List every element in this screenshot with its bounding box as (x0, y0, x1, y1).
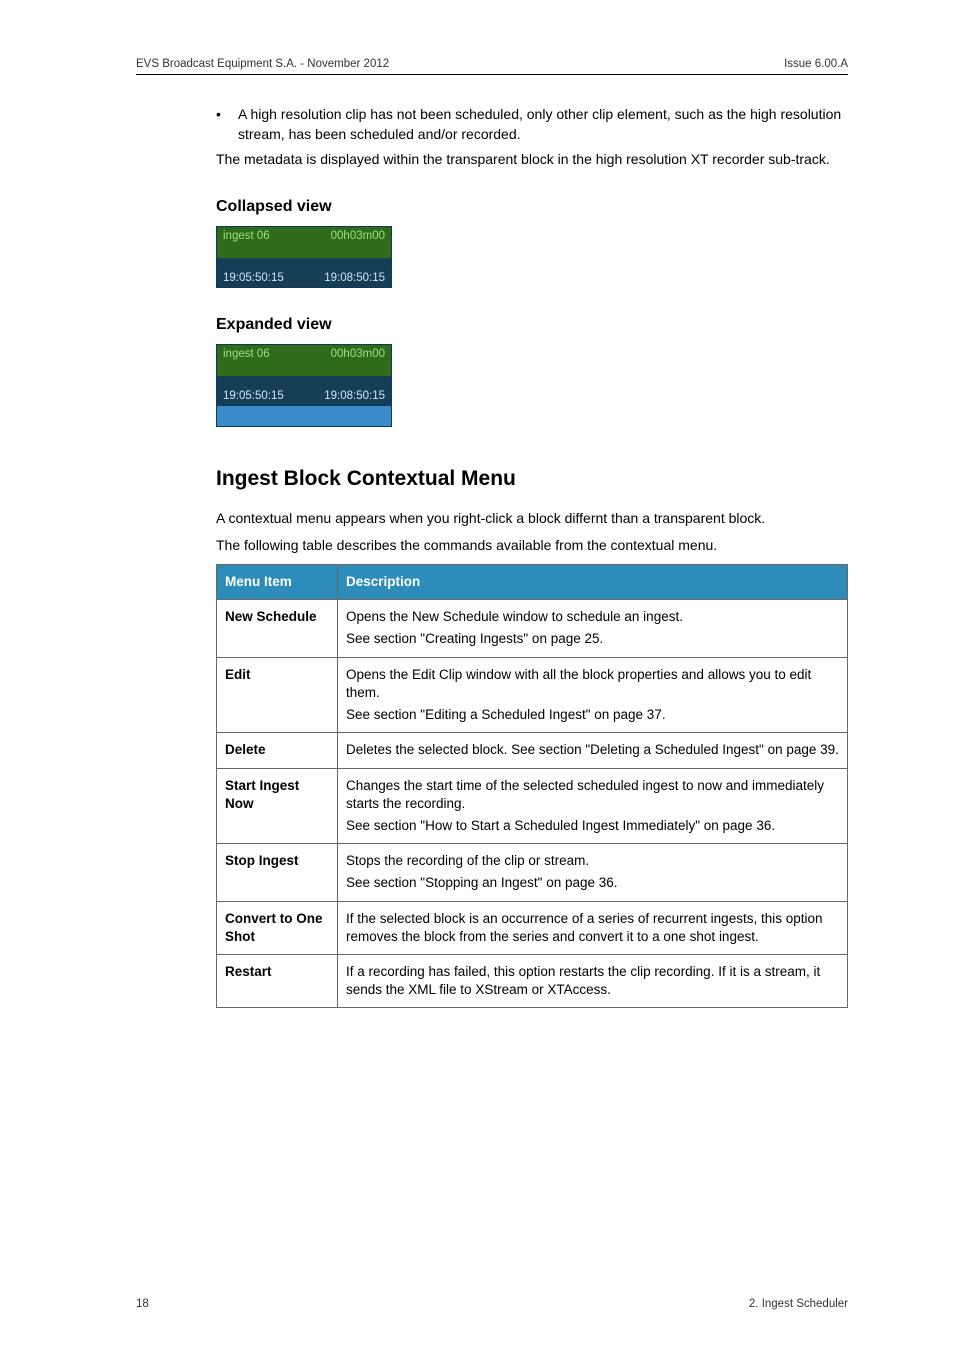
clip-top-row: ingest 06 00h03m00 (217, 227, 391, 258)
table-row: Convert to One ShotIf the selected block… (217, 901, 848, 954)
table-row: Start Ingest NowChanges the start time o… (217, 768, 848, 844)
menu-item-cell: Delete (217, 733, 338, 768)
menu-item-cell: Start Ingest Now (217, 768, 338, 844)
table-row: RestartIf a recording has failed, this o… (217, 955, 848, 1008)
table-row: EditOpens the Edit Clip window with all … (217, 657, 848, 733)
clip-duration: 00h03m00 (331, 348, 385, 360)
contextual-menu-heading: Ingest Block Contextual Menu (216, 467, 848, 491)
menu-item-cell: Convert to One Shot (217, 901, 338, 954)
clip-duration: 00h03m00 (331, 230, 385, 242)
clip-start-tc: 19:05:50:15 (223, 272, 284, 284)
expanded-view-heading: Expanded view (216, 316, 848, 334)
description-cell: If a recording has failed, this option r… (338, 955, 848, 1008)
description-cell: Opens the Edit Clip window with all the … (338, 657, 848, 733)
contextual-intro-1: A contextual menu appears when you right… (216, 509, 848, 529)
description-cell: Changes the start time of the selected s… (338, 768, 848, 844)
contextual-intro-2: The following table describes the comman… (216, 536, 848, 556)
menu-item-cell: Edit (217, 657, 338, 733)
menu-item-cell: Stop Ingest (217, 844, 338, 901)
contextual-menu-table: Menu Item Description New ScheduleOpens … (216, 564, 848, 1009)
bullet-text: A high resolution clip has not been sche… (238, 105, 848, 144)
footer-page-number: 18 (136, 1298, 149, 1310)
bullet-item: • A high resolution clip has not been sc… (216, 105, 848, 144)
collapsed-view-heading: Collapsed view (216, 198, 848, 216)
description-cell: Deletes the selected block. See section … (338, 733, 848, 768)
clip-extra-subtrack (217, 405, 391, 426)
clip-start-tc: 19:05:50:15 (223, 390, 284, 402)
menu-item-cell: New Schedule (217, 600, 338, 657)
clip-name: ingest 06 (223, 348, 270, 360)
bullet-dot: • (216, 105, 238, 144)
paragraph-metadata: The metadata is displayed within the tra… (216, 150, 848, 170)
page-header: EVS Broadcast Equipment S.A. - November … (136, 58, 848, 75)
collapsed-clip-block: ingest 06 00h03m00 19:05:50:15 19:08:50:… (216, 226, 392, 288)
expanded-clip-block: ingest 06 00h03m00 19:05:50:15 19:08:50:… (216, 344, 392, 427)
description-cell: If the selected block is an occurrence o… (338, 901, 848, 954)
table-row: New ScheduleOpens the New Schedule windo… (217, 600, 848, 657)
header-right: Issue 6.00.A (784, 58, 848, 70)
table-header-menu-item: Menu Item (217, 564, 338, 599)
description-cell: Stops the recording of the clip or strea… (338, 844, 848, 901)
description-cell: Opens the New Schedule window to schedul… (338, 600, 848, 657)
table-row: Stop IngestStops the recording of the cl… (217, 844, 848, 901)
header-left: EVS Broadcast Equipment S.A. - November … (136, 58, 389, 70)
clip-end-tc: 19:08:50:15 (324, 390, 385, 402)
clip-top-row: ingest 06 00h03m00 (217, 345, 391, 376)
clip-end-tc: 19:08:50:15 (324, 272, 385, 284)
clip-bottom-row: 19:05:50:15 19:08:50:15 (217, 376, 391, 405)
table-body: New ScheduleOpens the New Schedule windo… (217, 600, 848, 1008)
clip-name: ingest 06 (223, 230, 270, 242)
footer-section: 2. Ingest Scheduler (749, 1298, 848, 1310)
menu-item-cell: Restart (217, 955, 338, 1008)
page-footer: 18 2. Ingest Scheduler (136, 1298, 848, 1310)
table-row: DeleteDeletes the selected block. See se… (217, 733, 848, 768)
table-header-description: Description (338, 564, 848, 599)
clip-bottom-row: 19:05:50:15 19:08:50:15 (217, 258, 391, 287)
